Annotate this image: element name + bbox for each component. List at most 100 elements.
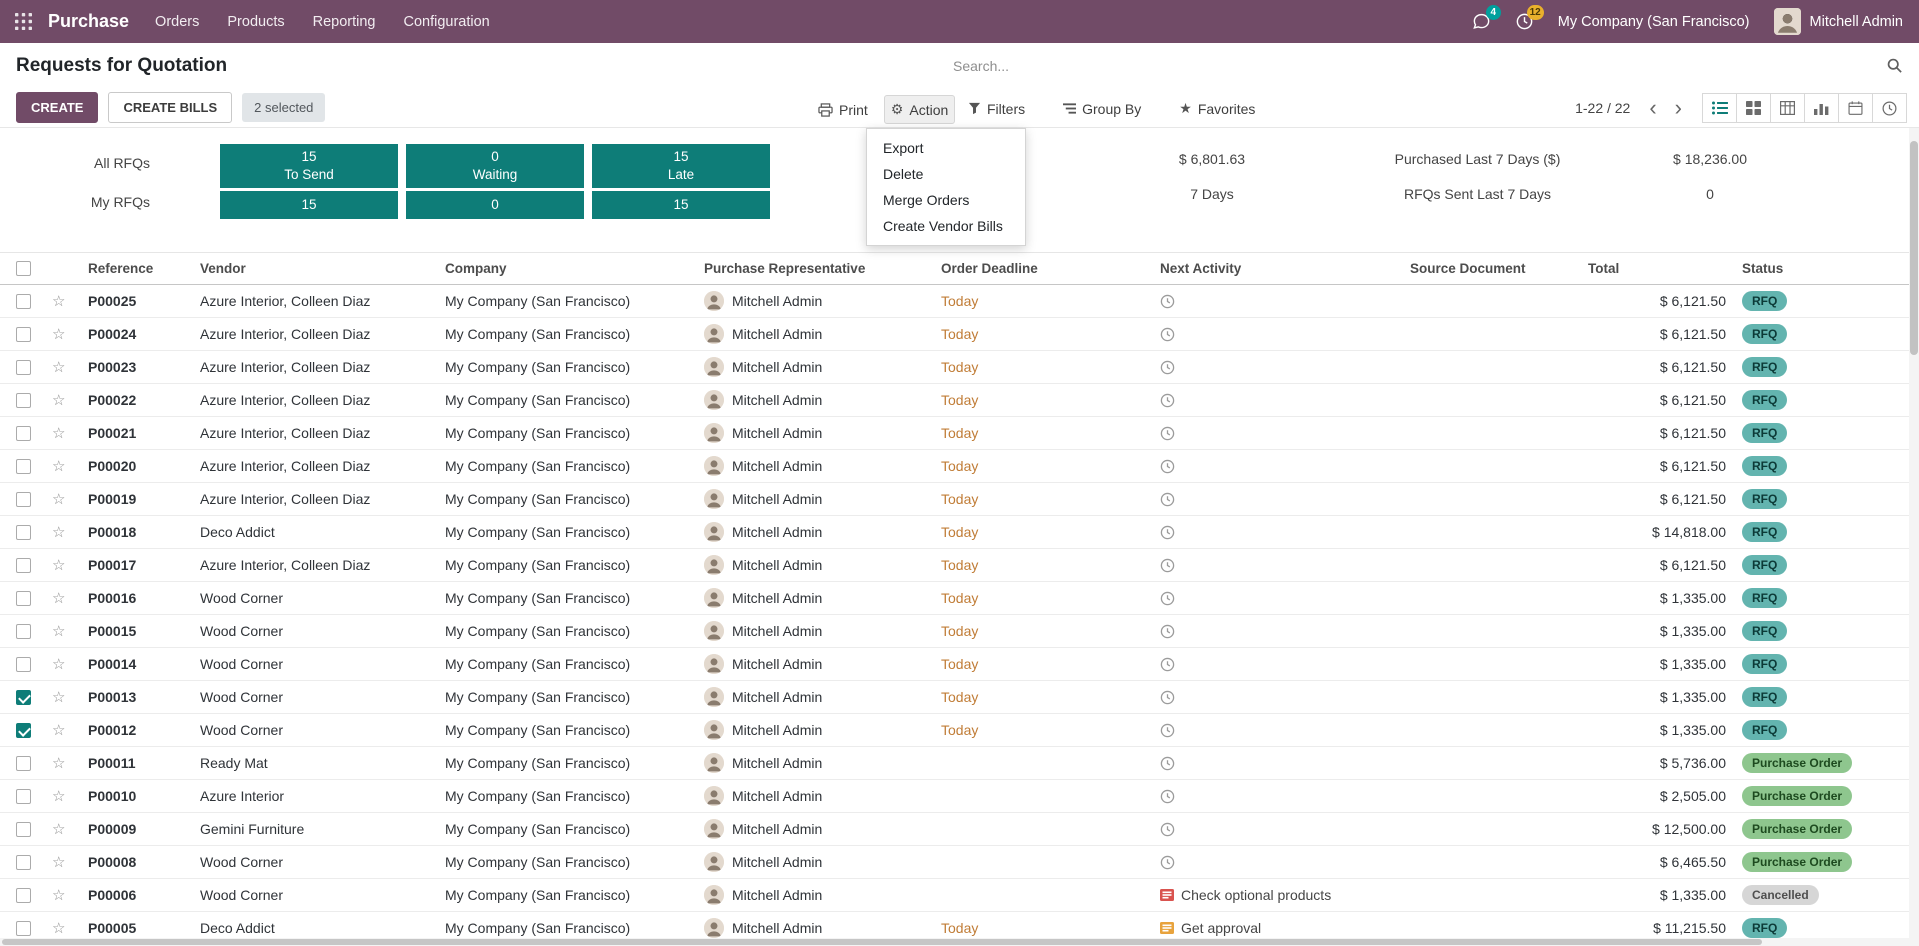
activity-icon[interactable] <box>1160 558 1175 573</box>
favorite-star-icon[interactable]: ☆ <box>52 689 65 706</box>
vendor-link[interactable]: Azure Interior <box>192 779 437 813</box>
vendor-link[interactable]: Azure Interior, Colleen Diaz <box>192 284 437 318</box>
vendor-link[interactable]: Azure Interior, Colleen Diaz <box>192 482 437 516</box>
app-brand[interactable]: Purchase <box>48 11 129 32</box>
activity-icon[interactable] <box>1160 657 1175 672</box>
row-checkbox[interactable] <box>16 624 31 640</box>
row-checkbox[interactable] <box>16 822 31 838</box>
vendor-link[interactable]: Wood Corner <box>192 581 437 615</box>
table-row[interactable]: ☆ P00011 Ready Mat My Company (San Franc… <box>0 746 1919 780</box>
favorite-star-icon[interactable]: ☆ <box>52 491 65 508</box>
reference-link[interactable]: P00013 <box>80 680 192 714</box>
table-row[interactable]: ☆ P00019 Azure Interior, Colleen Diaz My… <box>0 482 1919 516</box>
reference-link[interactable]: P00018 <box>80 515 192 549</box>
activity-icon[interactable] <box>1160 789 1175 804</box>
view-calendar-button[interactable] <box>1838 93 1873 123</box>
view-pivot-button[interactable] <box>1770 93 1805 123</box>
company-switcher[interactable]: My Company (San Francisco) <box>1558 14 1750 30</box>
reference-link[interactable]: P00015 <box>80 614 192 648</box>
next-activity-cell[interactable] <box>1152 482 1402 516</box>
nav-menu-reporting[interactable]: Reporting <box>313 14 376 30</box>
next-activity-cell[interactable] <box>1152 284 1402 318</box>
table-row[interactable]: ☆ P00014 Wood Corner My Company (San Fra… <box>0 647 1919 681</box>
dash-late-all[interactable]: 15 Late <box>592 144 770 188</box>
action-menu-export[interactable]: Export <box>867 135 1025 161</box>
favorite-star-icon[interactable]: ☆ <box>52 722 65 739</box>
activities-button[interactable]: 12 <box>1515 5 1544 31</box>
vendor-link[interactable]: Gemini Furniture <box>192 812 437 846</box>
search-input[interactable] <box>953 57 1876 74</box>
col-header-vendor[interactable]: Vendor <box>192 252 437 285</box>
vendor-link[interactable]: Ready Mat <box>192 746 437 780</box>
col-header-total[interactable]: Total <box>1580 252 1734 285</box>
activity-icon[interactable] <box>1160 492 1175 507</box>
table-row[interactable]: ☆ P00015 Wood Corner My Company (San Fra… <box>0 614 1919 648</box>
row-checkbox[interactable] <box>16 492 31 508</box>
nav-menu-configuration[interactable]: Configuration <box>403 14 489 30</box>
vertical-scrollbar[interactable] <box>1909 128 1919 938</box>
favorite-star-icon[interactable]: ☆ <box>52 821 65 838</box>
activity-icon[interactable] <box>1160 889 1174 901</box>
favorite-star-icon[interactable]: ☆ <box>52 458 65 475</box>
row-checkbox[interactable] <box>16 294 31 310</box>
vendor-link[interactable]: Wood Corner <box>192 878 437 912</box>
group-by-button[interactable]: Group By <box>1057 96 1147 122</box>
messages-button[interactable]: 4 <box>1472 5 1501 31</box>
favorites-button[interactable]: ★ Favorites <box>1173 95 1261 122</box>
table-row[interactable]: ☆ P00020 Azure Interior, Colleen Diaz My… <box>0 449 1919 483</box>
reference-link[interactable]: P00021 <box>80 416 192 450</box>
reference-link[interactable]: P00006 <box>80 878 192 912</box>
reference-link[interactable]: P00008 <box>80 845 192 879</box>
vendor-link[interactable]: Azure Interior, Colleen Diaz <box>192 350 437 384</box>
activity-icon[interactable] <box>1160 822 1175 837</box>
activity-icon[interactable] <box>1160 393 1175 408</box>
view-kanban-button[interactable] <box>1736 93 1771 123</box>
activity-icon[interactable] <box>1160 327 1175 342</box>
favorite-star-icon[interactable]: ☆ <box>52 887 65 904</box>
vendor-link[interactable]: Wood Corner <box>192 680 437 714</box>
next-activity-cell[interactable] <box>1152 350 1402 384</box>
table-row[interactable]: ☆ P00016 Wood Corner My Company (San Fra… <box>0 581 1919 615</box>
table-row[interactable]: ☆ P00008 Wood Corner My Company (San Fra… <box>0 845 1919 879</box>
activity-icon[interactable] <box>1160 591 1175 606</box>
reference-link[interactable]: P00024 <box>80 317 192 351</box>
next-activity-cell[interactable] <box>1152 383 1402 417</box>
table-row[interactable]: ☆ P00021 Azure Interior, Colleen Diaz My… <box>0 416 1919 450</box>
activity-icon[interactable] <box>1160 690 1175 705</box>
activity-icon[interactable] <box>1160 855 1175 870</box>
apps-menu-button[interactable] <box>0 0 46 43</box>
favorite-star-icon[interactable]: ☆ <box>52 392 65 409</box>
reference-link[interactable]: P00011 <box>80 746 192 780</box>
favorite-star-icon[interactable]: ☆ <box>52 293 65 310</box>
table-row[interactable]: ☆ P00022 Azure Interior, Colleen Diaz My… <box>0 383 1919 417</box>
activity-icon[interactable] <box>1160 360 1175 375</box>
col-header-company[interactable]: Company <box>437 252 696 285</box>
table-row[interactable]: ☆ P00025 Azure Interior, Colleen Diaz My… <box>0 284 1919 318</box>
dash-to-send-all[interactable]: 15 To Send <box>220 144 398 188</box>
col-header-status[interactable]: Status <box>1734 252 1919 285</box>
activity-icon[interactable] <box>1160 294 1175 309</box>
nav-menu-products[interactable]: Products <box>227 14 284 30</box>
reference-link[interactable]: P00009 <box>80 812 192 846</box>
print-button[interactable]: Print <box>812 97 874 123</box>
vendor-link[interactable]: Azure Interior, Colleen Diaz <box>192 416 437 450</box>
table-row[interactable]: ☆ P00023 Azure Interior, Colleen Diaz My… <box>0 350 1919 384</box>
row-checkbox[interactable] <box>16 426 31 442</box>
table-row[interactable]: ☆ P00010 Azure Interior My Company (San … <box>0 779 1919 813</box>
next-activity-cell[interactable] <box>1152 779 1402 813</box>
activity-icon[interactable] <box>1160 922 1174 934</box>
reference-link[interactable]: P00019 <box>80 482 192 516</box>
action-menu-merge-orders[interactable]: Merge Orders <box>867 187 1025 213</box>
next-activity-cell[interactable]: Check optional products <box>1152 878 1402 912</box>
next-activity-cell[interactable] <box>1152 680 1402 714</box>
dash-waiting-my[interactable]: 0 <box>406 191 584 219</box>
action-menu-create-vendor-bills[interactable]: Create Vendor Bills <box>867 213 1025 239</box>
row-checkbox[interactable] <box>16 558 31 574</box>
action-button[interactable]: ⚙ Action <box>883 95 956 124</box>
vendor-link[interactable]: Azure Interior, Colleen Diaz <box>192 548 437 582</box>
favorite-star-icon[interactable]: ☆ <box>52 755 65 772</box>
favorite-star-icon[interactable]: ☆ <box>52 920 65 937</box>
favorite-star-icon[interactable]: ☆ <box>52 425 65 442</box>
vertical-scrollbar-thumb[interactable] <box>1910 141 1918 355</box>
vendor-link[interactable]: Azure Interior, Colleen Diaz <box>192 449 437 483</box>
